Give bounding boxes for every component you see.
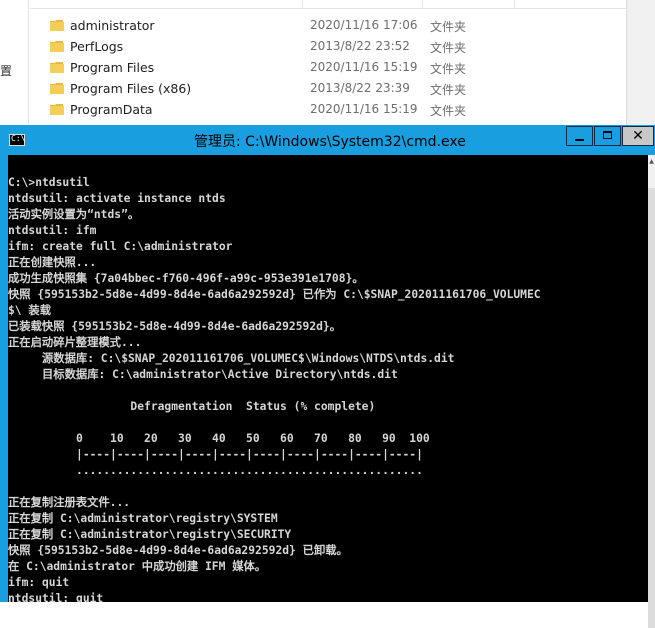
vertical-scrollbar[interactable]: ▲ [648,155,655,628]
file-type: 文件夹 [430,20,467,34]
file-date: 2013/8/22 23:39 [310,81,410,95]
folder-icon [50,83,64,94]
console-line: ntdsutil: ifm [8,224,97,237]
file-name: administrator [70,18,155,33]
column-separator[interactable] [422,0,423,8]
cmd-title-bar[interactable]: C:\ 管理员: C:\Windows\System32\cmd.exe ✕ [0,125,655,155]
folder-icon [50,104,64,115]
file-type: 文件夹 [430,83,467,97]
console-line: ifm: create full C:\administrator [8,240,233,253]
file-date: 2013/8/22 23:52 [310,39,410,53]
maximize-icon [603,131,612,139]
file-row-administrator[interactable]: administrator 2020/11/16 17:06 文件夹 [30,15,626,36]
file-name: PerfLogs [70,39,124,54]
console-line: 快照 {595153b2-5d8e-4d99-8d4e-6ad6a292592d… [8,288,541,301]
navigation-pane: 置 [0,0,28,130]
file-name: Program Files (x86) [70,81,192,96]
file-date: 2020/11/16 17:06 [310,18,418,32]
column-separator[interactable] [302,0,303,8]
console-line: 成功生成快照集 {7a04bbec-f760-496f-a99c-953e391… [8,272,364,285]
console-line: 0 10 20 30 40 50 60 70 80 90 100 [8,432,430,445]
console-line: 正在创建快照... [8,256,97,269]
window-title: 管理员: C:\Windows\System32\cmd.exe [194,134,466,150]
folder-icon [50,62,64,73]
explorer-side-area [627,0,655,130]
console-line: 在 C:\administrator 中成功创建 IFM 媒体。 [8,560,267,573]
cmd-window[interactable]: C:\ 管理员: C:\Windows\System32\cmd.exe ✕ C… [0,125,655,628]
console-line: 活动实例设置为“ntds”。 [8,208,140,221]
file-row-program-files[interactable]: Program Files 2020/11/16 15:19 文件夹 [30,57,626,78]
scroll-up-icon[interactable]: ▲ [648,155,655,169]
file-type: 文件夹 [430,104,467,118]
console-line: ........................................… [8,464,423,477]
cmd-app-icon[interactable]: C:\ [9,134,25,146]
file-date: 2020/11/16 15:19 [310,102,418,116]
maximize-button[interactable] [594,126,621,146]
folder-icon [50,41,64,52]
close-button[interactable]: ✕ [622,126,654,146]
pane-divider [28,0,29,130]
minimize-icon [575,139,584,141]
scrollbar-thumb[interactable] [648,188,655,628]
console-line: 正在复制 C:\administrator\registry\SYSTEM [8,512,278,525]
file-date: 2020/11/16 15:19 [310,60,418,74]
console-line: ifm: quit [8,576,70,589]
nav-pane-text: 置 [0,64,13,78]
file-name: ProgramData [70,102,153,117]
cmd-icon-text: C:\ [11,134,26,143]
file-explorer-window: 置 administrator 2020/11/16 17:06 文件夹 Per… [0,0,655,130]
console-line: 目标数据库: C:\administrator\Active Directory… [8,368,398,381]
minimize-button[interactable] [566,126,593,146]
console-line: 正在复制 C:\administrator\registry\SECURITY [8,528,292,541]
console-line: C:\>ntdsutil [8,176,90,189]
close-icon: ✕ [632,128,644,144]
console-line: 源数据库: C:\$SNAP_202011161706_VOLUMEC$\Win… [8,352,455,365]
folder-icon [50,20,64,31]
file-row-program-files-x86[interactable]: Program Files (x86) 2013/8/22 23:39 文件夹 [30,78,626,99]
column-header-strip [30,0,626,9]
console-line: 正在启动碎片整理模式... [8,336,142,349]
file-row-perflogs[interactable]: PerfLogs 2013/8/22 23:52 文件夹 [30,36,626,57]
file-name: Program Files [70,60,155,75]
console-line: |----|----|----|----|----|----|----|----… [8,448,423,461]
file-row-programdata[interactable]: ProgramData 2020/11/16 15:19 文件夹 [30,99,626,120]
console-line: $\ 装载 [8,304,51,317]
console-line: 已装载快照 {595153b2-5d8e-4d99-8d4e-6ad6a2925… [8,320,342,333]
file-type: 文件夹 [430,41,467,55]
file-type: 文件夹 [430,62,467,76]
console-line: Defragmentation Status (% complete) [8,400,376,413]
console-line: ntdsutil: activate instance ntds [8,192,226,205]
console-output[interactable]: C:\>ntdsutil ntdsutil: activate instance… [8,155,648,602]
column-separator[interactable] [514,0,515,8]
console-line: 快照 {595153b2-5d8e-4d99-8d4e-6ad6a292592d… [8,544,348,557]
console-line: 正在复制注册表文件... [8,496,131,509]
console-line: ntdsutil: quit [8,592,104,602]
